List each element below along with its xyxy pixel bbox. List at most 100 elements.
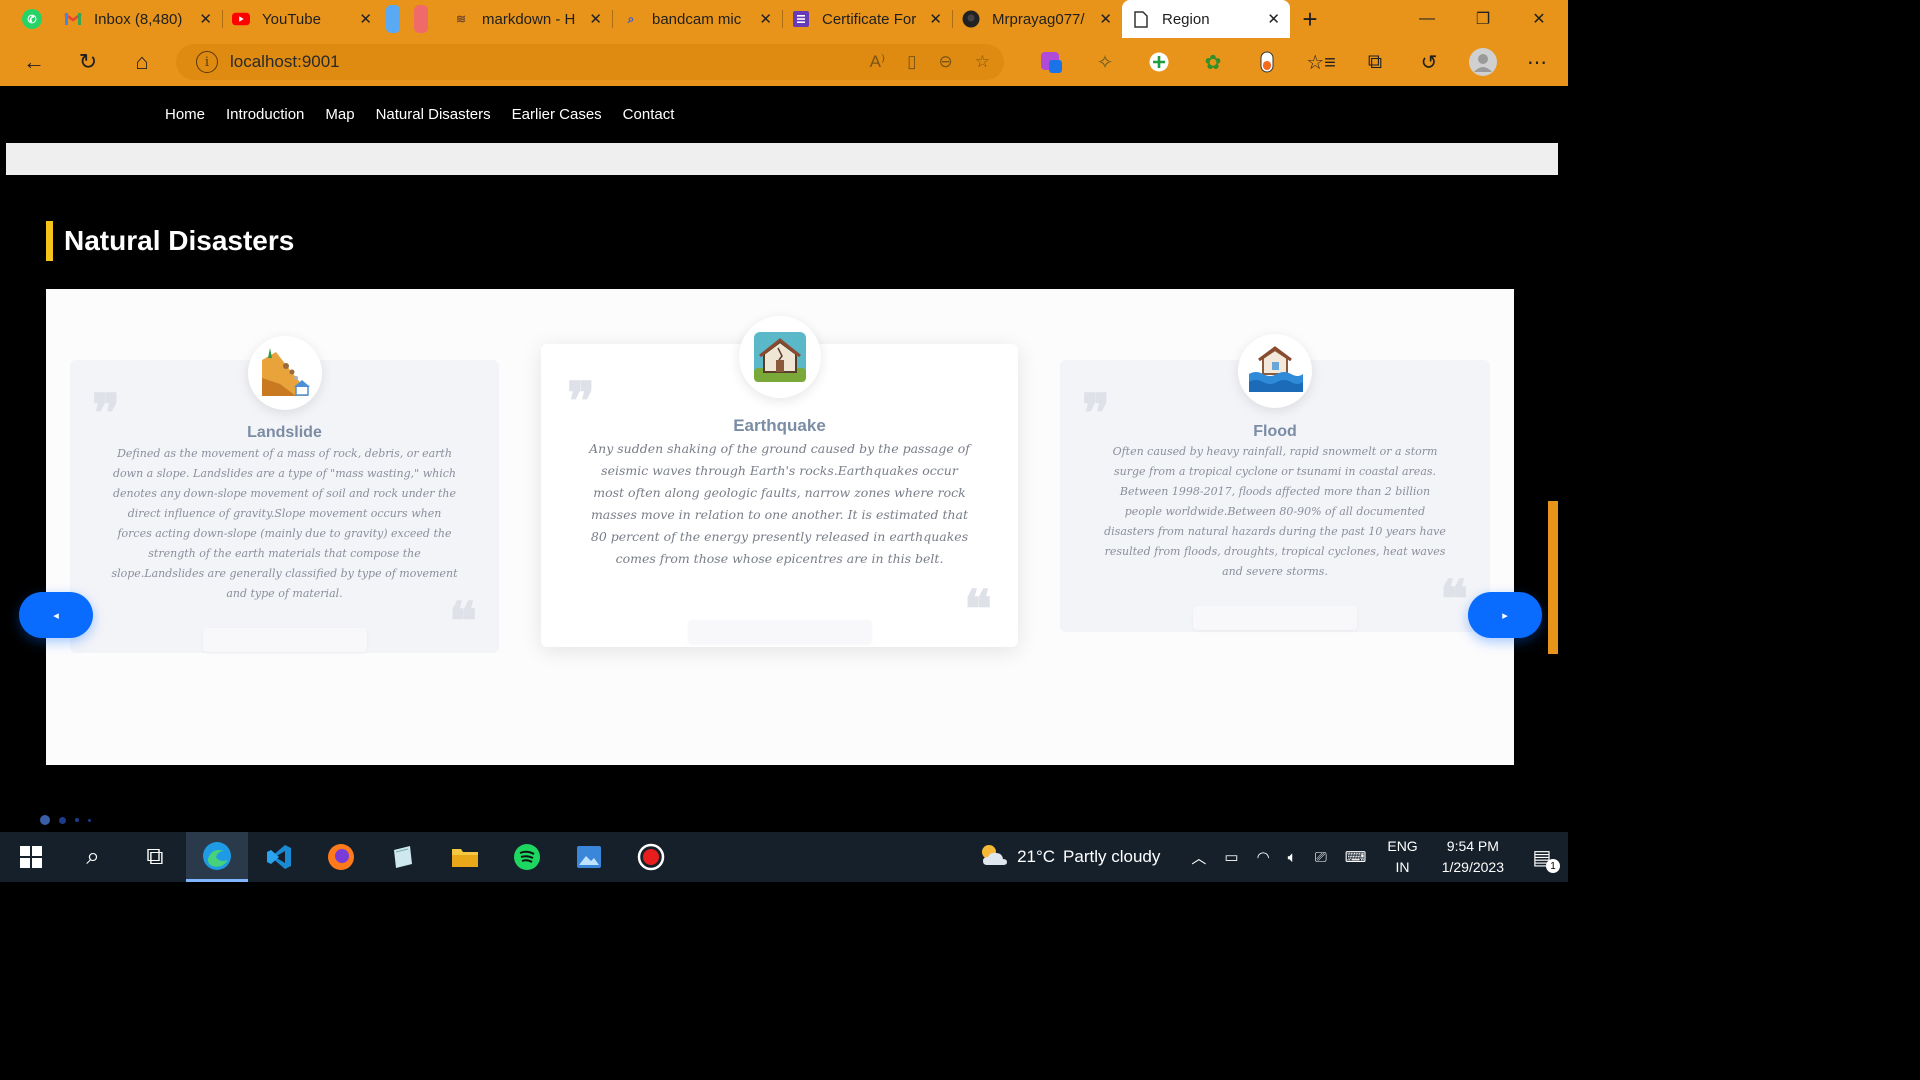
weather-widget[interactable]: 21°C Partly cloudy [977, 841, 1160, 874]
card-description: Defined as the movement of a mass of roc… [111, 447, 458, 600]
card-title: Earthquake [733, 416, 826, 435]
carousel-dot-3[interactable] [75, 818, 79, 822]
earthquake-house-icon [738, 316, 821, 398]
tab-youtube[interactable]: YouTube ✕ [222, 0, 382, 38]
more-menu-icon[interactable]: ⋯ [1510, 38, 1564, 86]
collections-icon[interactable]: ⧉ [1348, 38, 1402, 86]
tab-bandcam[interactable]: ⌕ bandcam mic ✕ [612, 0, 782, 38]
weather-condition: Partly cloudy [1063, 847, 1161, 866]
new-tab-button[interactable]: + [1290, 0, 1330, 38]
file-explorer-icon[interactable] [434, 832, 496, 882]
restore-button[interactable]: ❐ [1455, 0, 1511, 38]
task-view-icon[interactable]: ⧉ [124, 832, 186, 882]
extension-plus-icon[interactable] [1132, 38, 1186, 86]
extension-green-icon[interactable]: ✿ [1186, 38, 1240, 86]
close-icon[interactable]: ✕ [589, 10, 602, 28]
browser-tab-strip: ✆ Inbox (8,480) ✕ YouTube ✕ ≋ markdown -… [0, 0, 1568, 38]
language-indicator[interactable]: ENG IN [1387, 836, 1417, 878]
tab-title: bandcam mic [652, 10, 742, 28]
scrollbar-thumb[interactable] [1548, 501, 1558, 654]
notification-center-button[interactable]: ▤ 1 [1516, 832, 1568, 882]
nav-natural-disasters[interactable]: Natural Disasters [376, 106, 491, 123]
nav-earlier-cases[interactable]: Earlier Cases [512, 106, 602, 123]
search-icon[interactable]: ⌕ [62, 832, 124, 882]
close-icon[interactable]: ✕ [359, 10, 372, 28]
close-icon[interactable]: ✕ [1099, 10, 1112, 28]
start-button[interactable] [0, 832, 62, 882]
history-icon[interactable]: ↺ [1402, 38, 1456, 86]
carousel-dot-2[interactable] [59, 816, 66, 824]
edge-browser-icon[interactable] [186, 832, 248, 882]
notes-app-icon[interactable] [372, 832, 434, 882]
vscode-icon[interactable] [248, 832, 310, 882]
card-title: Flood [1253, 423, 1297, 440]
card-landslide[interactable]: Landslide ❞ Defined as the movement of a… [70, 336, 499, 653]
pinned-tab-blue[interactable] [386, 5, 400, 33]
address-url[interactable]: localhost:9001 [230, 52, 340, 72]
close-window-button[interactable]: ✕ [1511, 0, 1567, 38]
wifi-icon[interactable]: ◠ [1257, 848, 1270, 866]
meet-now-icon[interactable]: ⎚ [1315, 849, 1327, 866]
reload-button[interactable]: ↻ [61, 38, 115, 86]
screen-recorder-icon[interactable] [620, 832, 682, 882]
carousel-dot-4[interactable] [88, 818, 91, 822]
open-quote-icon: ❞ [92, 383, 120, 444]
stack-overflow-icon: ≋ [455, 12, 467, 26]
tab-title: Mrprayag077/ [992, 10, 1085, 28]
tab-certificate[interactable]: Certificate For ✕ [782, 0, 952, 38]
home-button[interactable]: ⌂ [115, 38, 169, 86]
firefox-icon[interactable] [310, 832, 372, 882]
carousel-next-button[interactable]: ▸ [1468, 592, 1542, 638]
close-icon[interactable]: ✕ [1267, 10, 1280, 28]
close-quote-icon: ❝ [964, 579, 992, 640]
section-divider [6, 143, 1558, 175]
tab-markdown[interactable]: ≋ markdown - H ✕ [442, 0, 612, 38]
card-footer [1193, 606, 1357, 630]
read-aloud-icon[interactable]: A⁾ [870, 52, 886, 72]
tab-gmail[interactable]: Inbox (8,480) ✕ [54, 0, 222, 38]
info-icon[interactable]: i [196, 51, 218, 73]
minimize-button[interactable]: — [1399, 0, 1455, 38]
clock[interactable]: 9:54 PM 1/29/2023 [1442, 836, 1504, 878]
volume-icon[interactable]: 🔈︎ [1288, 849, 1297, 866]
card-earthquake[interactable]: Earthquake ❞ Any sudden shaking of the g… [541, 316, 1018, 647]
keyboard-icon[interactable]: ⌨︎ [1345, 848, 1367, 866]
battery-icon[interactable]: ▭ [1224, 848, 1238, 866]
chevron-up-icon[interactable]: ︿ [1191, 847, 1206, 868]
extension-capsule-icon[interactable] [1240, 38, 1294, 86]
add-favorite-icon[interactable]: ☆ [975, 52, 990, 72]
carousel-dot-1[interactable] [40, 815, 50, 825]
profile-avatar[interactable] [1456, 38, 1510, 86]
extension-feather-icon[interactable]: ✧ [1078, 38, 1132, 86]
extension-purple-icon[interactable] [1024, 38, 1078, 86]
gmail-icon [64, 10, 82, 28]
close-icon[interactable]: ✕ [759, 10, 772, 28]
caret-left-icon: ◂ [53, 609, 59, 622]
tab-title: YouTube [262, 10, 321, 28]
close-icon[interactable]: ✕ [929, 10, 942, 28]
tab-title: Certificate For [822, 10, 917, 28]
whatsapp-icon[interactable]: ✆ [22, 9, 42, 29]
close-quote-icon: ❝ [1440, 569, 1468, 630]
back-button[interactable]: ← [7, 38, 61, 86]
tab-github[interactable]: Mrprayag077/ ✕ [952, 0, 1122, 38]
carousel-panel: Landslide ❞ Defined as the movement of a… [46, 289, 1514, 765]
pinned-tab-red[interactable] [414, 5, 428, 33]
tab-group-pair[interactable] [382, 0, 442, 38]
card-flood[interactable]: Flood ❞ Often caused by heavy rainfall, … [1060, 334, 1490, 632]
favorites-icon[interactable]: ☆≡ [1294, 38, 1348, 86]
nav-introduction[interactable]: Introduction [226, 106, 304, 123]
close-icon[interactable]: ✕ [199, 10, 212, 28]
nav-home[interactable]: Home [165, 106, 205, 123]
partly-cloudy-icon [977, 841, 1009, 874]
reader-view-icon[interactable]: ▯ [907, 52, 916, 72]
nav-contact[interactable]: Contact [623, 106, 675, 123]
tab-title: Region [1162, 10, 1210, 28]
photos-icon[interactable] [558, 832, 620, 882]
nav-map[interactable]: Map [325, 106, 354, 123]
carousel-prev-button[interactable]: ◂ [19, 592, 93, 638]
tab-region-active[interactable]: Region ✕ [1122, 0, 1290, 38]
spotify-icon[interactable] [496, 832, 558, 882]
zoom-icon[interactable]: ⊖ [939, 52, 953, 72]
address-bar[interactable]: i localhost:9001 A⁾ ▯ ⊖ ☆ [176, 44, 1004, 80]
